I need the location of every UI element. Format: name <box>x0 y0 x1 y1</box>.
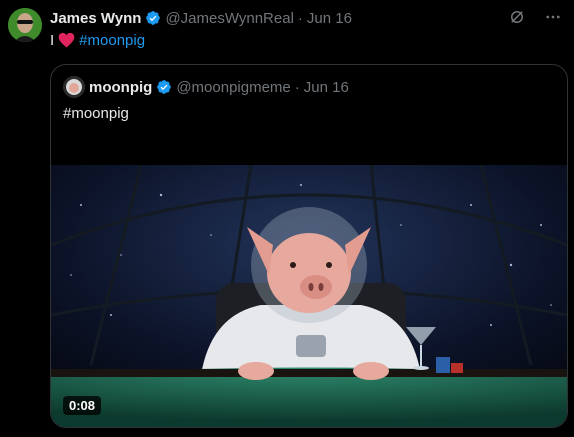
header-separator: · <box>297 9 303 27</box>
author-avatar-image <box>8 8 42 42</box>
quoted-author-handle[interactable]: @moonpigmeme <box>176 79 290 96</box>
quoted-date[interactable]: Jun 16 <box>304 79 349 96</box>
author-name[interactable]: James Wynn <box>50 10 141 27</box>
video-player[interactable]: 0:08 <box>51 165 567 427</box>
quoted-verified-badge-icon <box>157 80 172 94</box>
header-actions <box>508 8 562 26</box>
tweet-text: I #moonpig <box>50 30 145 50</box>
quoted-tweet-card[interactable]: moonpig @moonpigmeme · Jun 16 #moonpig 0… <box>50 64 568 428</box>
video-thumbnail <box>51 165 567 427</box>
quoted-separator: · <box>294 78 300 96</box>
quoted-text: #moonpig <box>63 105 129 122</box>
video-timestamp: 0:08 <box>63 396 102 415</box>
tweet-text-prefix: I <box>50 31 55 49</box>
quoted-header: moonpig @moonpigmeme · Jun 16 <box>63 76 349 98</box>
quoted-avatar-image <box>63 76 85 98</box>
author-handle[interactable]: @JamesWynnReal <box>165 10 293 27</box>
quoted-avatar[interactable] <box>63 76 85 98</box>
author-avatar[interactable] <box>8 8 42 42</box>
verified-badge-icon <box>146 11 161 25</box>
more-options-icon[interactable] <box>544 8 562 26</box>
tweet-date[interactable]: Jun 16 <box>307 10 352 27</box>
heart-emoji-icon <box>58 32 75 48</box>
tweet-header: James Wynn @JamesWynnReal · Jun 16 <box>50 8 566 28</box>
grok-icon[interactable] <box>508 8 526 26</box>
tweet-hashtag-link[interactable]: #moonpig <box>79 32 145 49</box>
quoted-author-name[interactable]: moonpig <box>89 79 152 96</box>
